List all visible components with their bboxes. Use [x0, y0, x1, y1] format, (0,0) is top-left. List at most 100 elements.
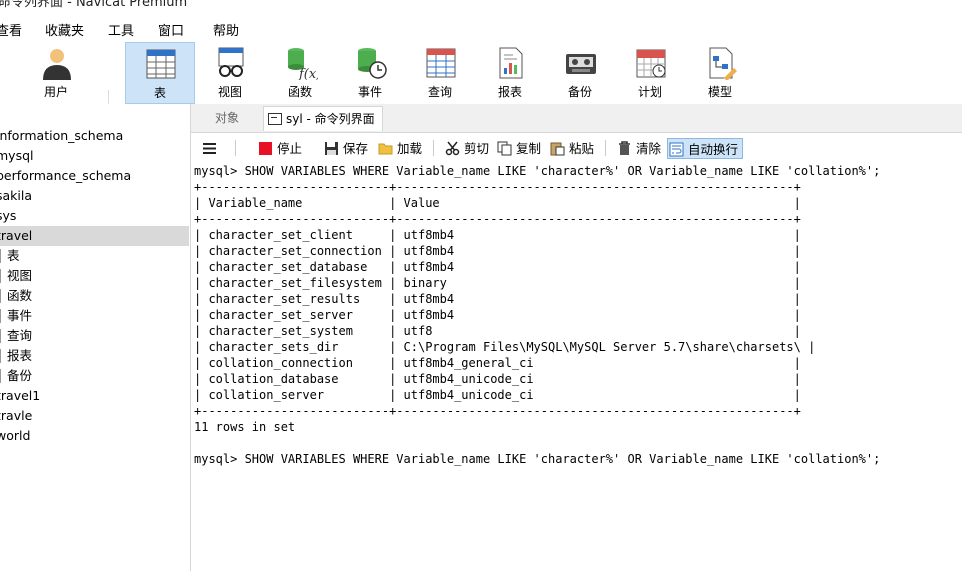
copy-button[interactable]: 复制 — [496, 138, 541, 159]
cut-button[interactable]: 剪切 — [444, 138, 489, 159]
menu-favorites[interactable]: 收藏夹 — [45, 20, 84, 39]
clear-label: 清除 — [636, 141, 662, 156]
cut-label: 剪切 — [464, 141, 490, 156]
tree-guide — [0, 369, 1, 383]
folder-icon — [378, 143, 393, 155]
menu-window[interactable]: 窗口 — [158, 20, 184, 39]
clear-button[interactable]: 清除 — [616, 138, 661, 159]
console-line: 11 rows in set — [194, 420, 296, 434]
query-label: 查询 — [427, 85, 452, 99]
query-button[interactable]: 查询 — [406, 42, 474, 104]
word-wrap-toggle[interactable]: 自动换行 — [667, 138, 744, 159]
query-icon — [426, 48, 456, 78]
word-wrap-icon — [669, 142, 684, 157]
console-line: +--------------------------+------------… — [194, 212, 801, 226]
event-button[interactable]: 事件 — [336, 42, 404, 104]
event-icon — [358, 48, 387, 79]
function-label: 函数 — [287, 85, 312, 99]
copy-icon — [497, 141, 512, 156]
window-title: 命令列界面 - Navicat Premium — [0, 0, 188, 8]
tree-item-reports[interactable]: 报表 — [0, 346, 189, 366]
tree-item-travel1[interactable]: travel1 — [0, 386, 189, 406]
tree-item-sakila[interactable]: sakila — [0, 186, 189, 206]
console-line: | character_set_client | utf8mb4 | — [194, 228, 801, 242]
view-label: 视图 — [217, 85, 242, 99]
console-line: | collation_connection | utf8mb4_general… — [194, 356, 801, 370]
save-button[interactable]: 保存 — [323, 138, 368, 159]
tree-guide — [0, 249, 1, 263]
tree-item-events[interactable]: 事件 — [0, 306, 189, 326]
stop-label: 停止 — [277, 141, 303, 156]
tree-item-sys[interactable]: sys — [0, 206, 189, 226]
main-toolbar: ▼ 用户 表 视图 f(x) 函数 — [0, 42, 962, 140]
tree-item-mysql[interactable]: mysql — [0, 146, 189, 166]
schedule-button[interactable]: 计划 — [616, 42, 684, 104]
stop-button[interactable]: 停止 — [257, 138, 302, 159]
backup-icon — [566, 54, 596, 74]
hamburger-icon — [203, 143, 216, 154]
table-icon — [146, 49, 176, 79]
tree-guide — [0, 289, 1, 303]
function-button[interactable]: f(x) 函数 — [266, 42, 334, 104]
user-icon — [43, 49, 71, 80]
view-icon — [218, 47, 244, 77]
tree-item-performance-schema[interactable]: performance_schema — [0, 166, 189, 186]
console-output[interactable]: mysql> SHOW VARIABLES WHERE Variable_nam… — [191, 162, 962, 571]
function-icon: f(x) — [288, 48, 318, 80]
tree-item-information-schema[interactable]: information_schema — [0, 126, 189, 146]
tree-item-views[interactable]: 视图 — [0, 266, 189, 286]
tree-item-world[interactable]: world — [0, 426, 189, 446]
console-line: +--------------------------+------------… — [194, 180, 801, 194]
tab-objects[interactable]: 对象 — [191, 106, 263, 131]
menu-tools[interactable]: 工具 — [108, 20, 134, 39]
tree-item-queries[interactable]: 查询 — [0, 326, 189, 346]
backup-label: 备份 — [567, 85, 592, 99]
console-line: | character_sets_dir | C:\Program Files\… — [194, 340, 816, 354]
toolbar-divider — [605, 140, 606, 156]
model-label: 模型 — [707, 85, 732, 99]
console-line: | character_set_connection | utf8mb4 | — [194, 244, 801, 258]
menu-view[interactable]: 查看 — [0, 20, 22, 39]
console-line: | character_set_database | utf8mb4 | — [194, 260, 801, 274]
copy-label: 复制 — [516, 141, 542, 156]
toolbar-divider — [433, 140, 434, 156]
trash-icon — [619, 141, 630, 155]
tab-console-label: syl - 命令列界面 — [286, 112, 375, 126]
paste-button[interactable]: 粘贴 — [549, 138, 594, 159]
model-icon — [709, 47, 737, 80]
menu-help[interactable]: 帮助 — [213, 20, 239, 39]
calendar-icon — [636, 49, 666, 78]
scissors-icon — [445, 141, 460, 156]
backup-button[interactable]: 备份 — [546, 42, 614, 104]
console-line: | character_set_results | utf8mb4 | — [194, 292, 801, 306]
console-line: | character_set_server | utf8mb4 | — [194, 308, 801, 322]
menu-bar: 查看 收藏夹 工具 窗口 帮助 — [0, 14, 962, 42]
connection-tree: information_schema mysql performance_sch… — [0, 104, 191, 571]
console-line: mysql> SHOW VARIABLES WHERE Variable_nam… — [194, 164, 881, 178]
tab-strip: 对象 syl - 命令列界面 — [191, 104, 962, 133]
tree-item-functions[interactable]: 函数 — [0, 286, 189, 306]
tree-guide — [0, 269, 1, 283]
user-button[interactable]: 用户 — [22, 42, 90, 104]
word-wrap-label: 自动换行 — [688, 142, 739, 157]
tree-item-tables[interactable]: 表 — [0, 246, 189, 266]
console-line: mysql> SHOW VARIABLES WHERE Variable_nam… — [194, 452, 881, 466]
table-label: 表 — [153, 86, 166, 100]
title-bar: 命令列界面 - Navicat Premium — [0, 0, 962, 8]
console-icon — [268, 113, 282, 125]
load-button[interactable]: 加载 — [377, 138, 422, 159]
table-button[interactable]: 表 — [125, 42, 195, 104]
report-button[interactable]: 报表 — [476, 42, 544, 104]
console-line: | character_set_system | utf8 | — [194, 324, 801, 338]
model-button[interactable]: 模型 — [686, 42, 754, 104]
tree-item-travel[interactable]: travel — [0, 226, 189, 246]
tree-item-travle[interactable]: travle — [0, 406, 189, 426]
svg-text:f(x): f(x) — [298, 67, 318, 80]
menu-button[interactable] — [201, 138, 216, 159]
console-toolbar: 停止 保存 加载 剪切 复制 粘贴 清除 自动换行 — [191, 134, 962, 162]
stop-icon — [259, 142, 272, 155]
console-line: | Variable_name | Value | — [194, 196, 801, 210]
tree-item-backups[interactable]: 备份 — [0, 366, 189, 386]
tab-console[interactable]: syl - 命令列界面 — [263, 106, 383, 131]
view-button[interactable]: 视图 — [196, 42, 264, 104]
